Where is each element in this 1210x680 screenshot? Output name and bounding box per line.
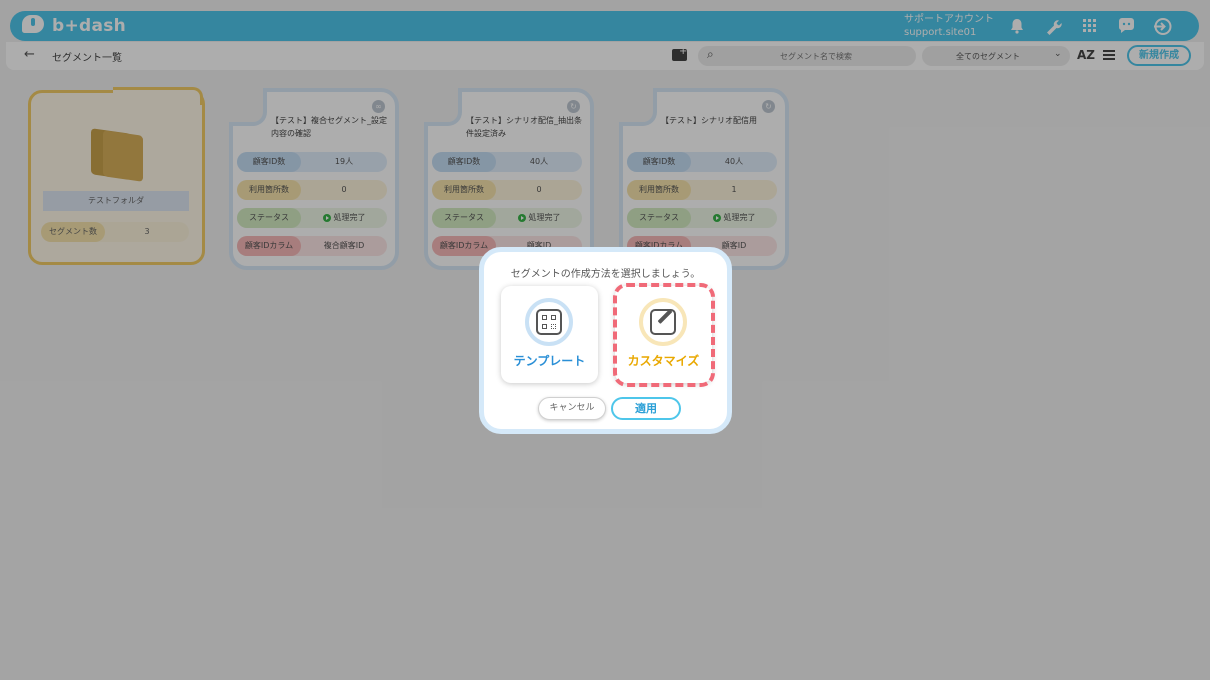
cancel-button[interactable]: キャンセル bbox=[538, 397, 606, 420]
apply-button[interactable]: 適用 bbox=[611, 397, 681, 420]
template-icon bbox=[536, 309, 562, 335]
modal-title: セグメントの作成方法を選択しましょう。 bbox=[510, 269, 701, 280]
template-icon-ring bbox=[525, 298, 573, 346]
create-method-modal: セグメントの作成方法を選択しましょう。 テンプレート カスタマイズ キャンセル … bbox=[479, 247, 732, 434]
template-option[interactable]: テンプレート bbox=[501, 286, 598, 383]
selected-highlight bbox=[613, 283, 715, 387]
template-option-label: テンプレート bbox=[513, 354, 586, 368]
